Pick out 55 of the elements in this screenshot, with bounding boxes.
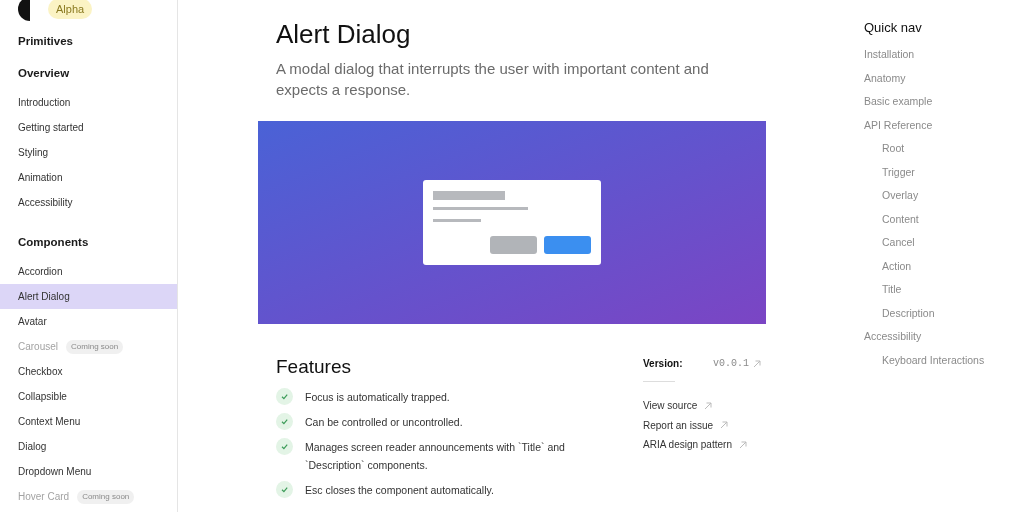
quick-nav-link[interactable]: Description bbox=[864, 305, 985, 329]
section-heading: Components bbox=[17, 235, 90, 251]
quick-nav-title: Quick nav bbox=[864, 19, 923, 37]
section-heading: Overview bbox=[17, 66, 71, 82]
alpha-badge: Alpha bbox=[48, 0, 93, 20]
quick-nav-link[interactable]: Keyboard Interactions bbox=[864, 352, 985, 376]
feature-text: Esc closes the component automatically. bbox=[305, 483, 495, 498]
quick-nav-link[interactable]: Trigger bbox=[864, 164, 985, 188]
sidebar-item[interactable]: Dialog bbox=[0, 434, 177, 459]
page-title: Alert Dialog bbox=[276, 18, 412, 51]
check-icon bbox=[276, 438, 293, 455]
sidebar-item[interactable]: Styling bbox=[0, 140, 177, 165]
check-icon bbox=[276, 481, 293, 498]
page-description: A modal dialog that interrupts the user with important content and expects a response. bbox=[276, 59, 710, 100]
sidebar-item[interactable]: Animation bbox=[0, 165, 177, 190]
external-link-icon bbox=[703, 400, 714, 411]
sidebar-item[interactable]: Introduction bbox=[0, 90, 177, 115]
quick-nav-link[interactable]: Content bbox=[864, 211, 985, 235]
check-icon bbox=[276, 388, 293, 405]
quick-nav-link[interactable]: Action bbox=[864, 258, 985, 282]
check-icon bbox=[276, 413, 293, 430]
quick-nav-link[interactable]: Title bbox=[864, 282, 985, 306]
sidebar-item[interactable]: Dropdown Menu bbox=[0, 459, 177, 484]
quick-nav-link[interactable]: Basic example bbox=[864, 94, 985, 118]
section-heading: Primitives bbox=[17, 34, 74, 50]
quick-nav-link[interactable]: API Reference bbox=[864, 117, 985, 141]
quick-nav-link[interactable]: Installation bbox=[864, 47, 985, 71]
external-link-icon bbox=[719, 420, 730, 431]
external-link[interactable]: View source bbox=[643, 398, 698, 414]
quick-nav-link[interactable]: Overlay bbox=[864, 188, 985, 212]
feature-text: Can be controlled or uncontrolled. bbox=[305, 415, 464, 430]
feature-text: Focus is automatically trapped. bbox=[305, 390, 451, 405]
section-title: Features bbox=[276, 355, 352, 379]
external-link-icon bbox=[752, 358, 762, 369]
external-link-icon bbox=[737, 439, 748, 450]
quick-nav-link[interactable]: Anatomy bbox=[864, 70, 985, 94]
sidebar-item[interactable]: Collapsible bbox=[0, 384, 177, 409]
quick-nav-link[interactable]: Root bbox=[864, 141, 985, 165]
coming-soon-badge: Coming soon bbox=[66, 339, 124, 354]
sidebar-item[interactable]: Getting started bbox=[0, 115, 177, 140]
feature-text: Manages screen reader announcements with `Title` and `Description` components. bbox=[305, 440, 566, 473]
version-text: v0.0.1 bbox=[713, 357, 749, 371]
logo-icon bbox=[18, 0, 30, 21]
quick-nav-link[interactable]: Accessibility bbox=[864, 329, 985, 353]
version-label: Version: bbox=[643, 357, 684, 371]
coming-soon-badge: Coming soon bbox=[77, 489, 135, 504]
sidebar-item[interactable]: Alert Dialog bbox=[0, 284, 177, 309]
sidebar-item[interactable]: Accordion bbox=[0, 259, 177, 284]
quick-nav-link[interactable]: Cancel bbox=[864, 235, 985, 259]
sidebar-item[interactable]: Accessibility bbox=[0, 190, 177, 215]
sidebar-item[interactable]: Context Menu bbox=[0, 409, 177, 434]
external-link[interactable]: Report an issue bbox=[643, 417, 714, 433]
sidebar-item[interactable]: Checkbox bbox=[0, 359, 177, 384]
external-link[interactable]: ARIA design pattern bbox=[643, 437, 732, 453]
sidebar-item[interactable]: Avatar bbox=[0, 309, 177, 334]
